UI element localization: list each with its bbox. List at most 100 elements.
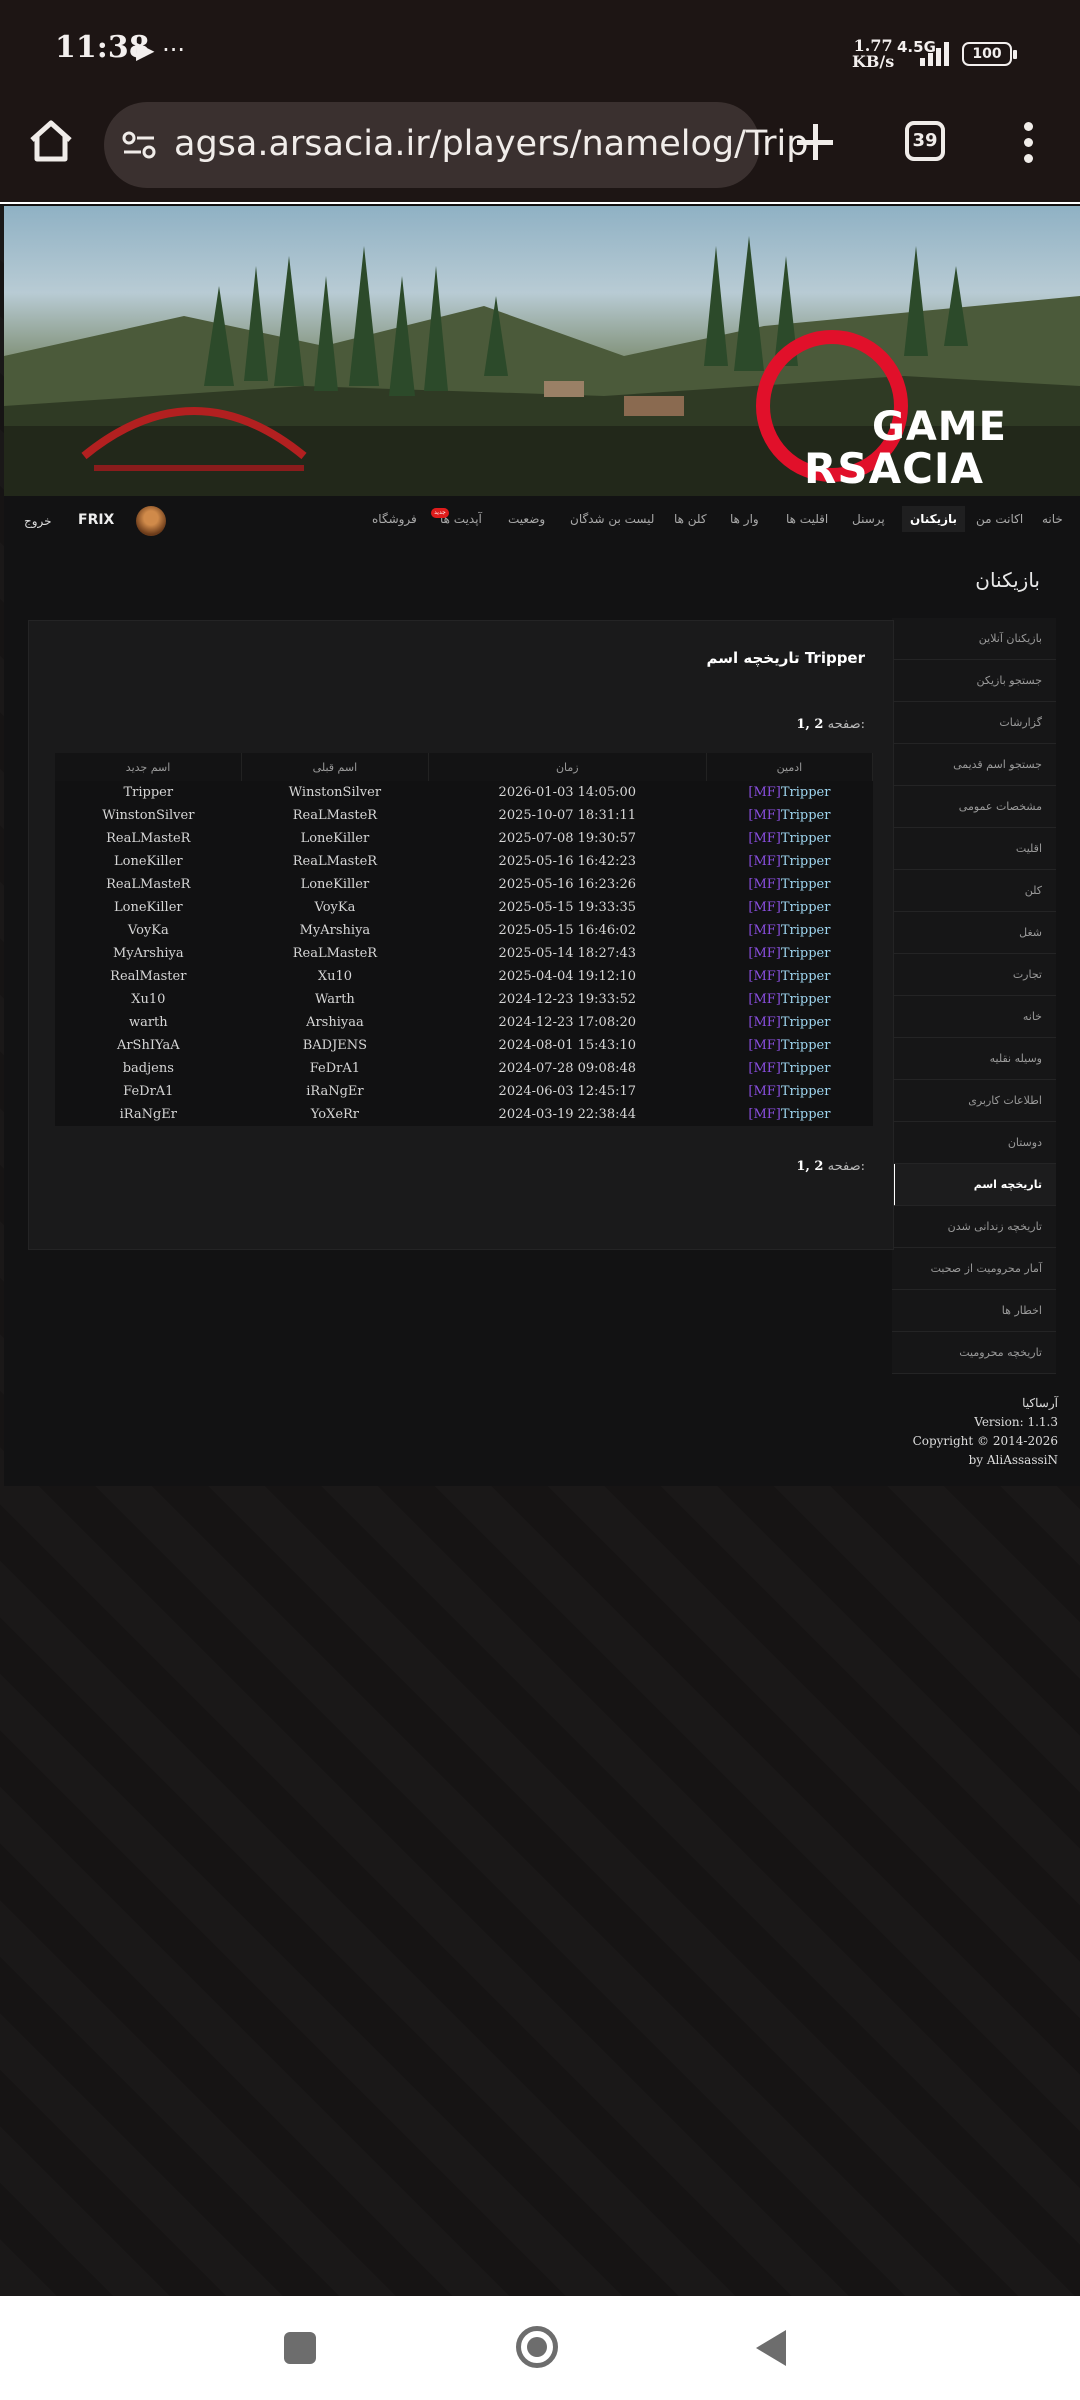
sidebar-item-mute-stats[interactable]: آمار محرومیت از صحبت (892, 1248, 1056, 1290)
pagination-top: 1, 2 صفحه: (796, 717, 865, 732)
nav-home[interactable]: خانه (1042, 512, 1063, 526)
sidebar-item-clan[interactable]: کلن (892, 870, 1056, 912)
nav-status[interactable]: وضعیت (508, 512, 545, 526)
cell-old-name: Arshiyaa (241, 1011, 429, 1034)
sidebar-item-ban-history[interactable]: تاریخچه محرومیت (892, 1332, 1056, 1374)
cell-old-name: BADJENS (241, 1034, 429, 1057)
page-links[interactable]: 1, 2 (796, 717, 823, 732)
cell-time: 2025-05-15 16:46:02 (428, 919, 707, 942)
cell-admin[interactable]: [MF]Tripper (706, 965, 873, 988)
cell-admin[interactable]: [MF]Tripper (706, 781, 873, 804)
sidebar-item-warnings[interactable]: اخطار ها (892, 1290, 1056, 1332)
sidebar-item-search-player[interactable]: جستجو بازیکن (892, 660, 1056, 702)
back-button[interactable] (756, 2330, 786, 2366)
admin-name[interactable]: Tripper (781, 785, 831, 800)
admin-tag: [MF] (748, 1107, 781, 1122)
sidebar-item-minority[interactable]: اقلیت (892, 828, 1056, 870)
admin-name[interactable]: Tripper (781, 877, 831, 892)
page-links[interactable]: 1, 2 (796, 1159, 823, 1174)
admin-name[interactable]: Tripper (781, 1015, 831, 1030)
admin-tag: [MF] (748, 923, 781, 938)
sidebar-item-general-info[interactable]: مشخصات عمومی (892, 786, 1056, 828)
recents-button[interactable] (284, 2332, 316, 2364)
admin-name[interactable]: Tripper (781, 854, 831, 869)
overflow-menu-icon[interactable] (1022, 122, 1034, 164)
footer-brand: آرساکیا (1022, 1396, 1058, 1410)
cell-admin[interactable]: [MF]Tripper (706, 873, 873, 896)
site-banner: GAME RSACIA (4, 206, 1080, 496)
admin-name[interactable]: Tripper (781, 946, 831, 961)
admin-name[interactable]: Tripper (781, 1084, 831, 1099)
nav-ban-list[interactable]: لیست بن شدگان (570, 512, 654, 526)
sidebar-item-job[interactable]: شغل (892, 912, 1056, 954)
cell-admin[interactable]: [MF]Tripper (706, 1057, 873, 1080)
new-tab-button[interactable] (793, 120, 837, 164)
admin-name[interactable]: Tripper (781, 1038, 831, 1053)
cell-admin[interactable]: [MF]Tripper (706, 942, 873, 965)
url-text[interactable]: agsa.arsacia.ir/players/namelog/Trip (174, 124, 808, 164)
pager-label: صفحه: (827, 1159, 865, 1174)
admin-name[interactable]: Tripper (781, 1061, 831, 1076)
cell-old-name: ReaLMasteR (241, 850, 429, 873)
cell-admin[interactable]: [MF]Tripper (706, 1103, 873, 1126)
cell-new-name: iRaNgEr (55, 1103, 242, 1126)
nav-staff[interactable]: پرسنل (852, 512, 885, 526)
sidebar-item-vehicle[interactable]: وسیله نقلیه (892, 1038, 1056, 1080)
cell-admin[interactable]: [MF]Tripper (706, 1034, 873, 1057)
admin-name[interactable]: Tripper (781, 831, 831, 846)
system-nav-bar (0, 2296, 1080, 2400)
cell-new-name: Xu10 (55, 988, 242, 1011)
admin-name[interactable]: Tripper (781, 808, 831, 823)
cell-time: 2025-05-14 18:27:43 (428, 942, 707, 965)
nav-players[interactable]: بازیکنان (902, 506, 966, 532)
sidebar-item-house[interactable]: خانه (892, 996, 1056, 1038)
sidebar-item-business[interactable]: تجارت (892, 954, 1056, 996)
sidebar-item-online-players[interactable]: بازیکنان آنلاین (892, 618, 1056, 660)
admin-name[interactable]: Tripper (781, 1107, 831, 1122)
cell-admin[interactable]: [MF]Tripper (706, 919, 873, 942)
home-icon[interactable] (28, 118, 74, 164)
cell-new-name: VoyKa (55, 919, 242, 942)
cell-old-name: ReaLMasteR (241, 942, 429, 965)
nav-shop[interactable]: فروشگاه (372, 512, 417, 526)
sidebar-item-old-name-search[interactable]: جستجو اسم قدیمی (892, 744, 1056, 786)
admin-name[interactable]: Tripper (781, 969, 831, 984)
table-row: ArShIYaA BADJENS 2024-08-01 15:43:10 [MF]Tr… (55, 1034, 873, 1057)
admin-tag: [MF] (748, 969, 781, 984)
cell-admin[interactable]: [MF]Tripper (706, 1080, 873, 1103)
address-bar[interactable]: agsa.arsacia.ir/players/namelog/Trip (104, 102, 808, 188)
username[interactable]: FRIX (78, 512, 114, 528)
cell-old-name: WinstonSilver (241, 781, 429, 804)
admin-name[interactable]: Tripper (781, 923, 831, 938)
cell-admin[interactable]: [MF]Tripper (706, 988, 873, 1011)
table-row: FeDrA1 iRaNgEr 2024-06-03 12:45:17 [MF]Trip… (55, 1080, 873, 1103)
nav-wars[interactable]: وار ها (730, 512, 759, 526)
nav-clans[interactable]: کلن ها (674, 512, 707, 526)
tab-switcher-button[interactable]: 39 (905, 121, 945, 161)
admin-name[interactable]: Tripper (781, 992, 831, 1007)
table-row: WinstonSilver ReaLMasteR 2025-10-07 18:31:… (55, 804, 873, 827)
home-button[interactable] (516, 2326, 558, 2368)
sidebar-item-user-info[interactable]: اطلاعات کاربری (892, 1080, 1056, 1122)
col-new-name: اسم جدید (55, 753, 243, 781)
logout-link[interactable]: خروج (24, 514, 52, 528)
cell-admin[interactable]: [MF]Tripper (706, 804, 873, 827)
site-settings-icon[interactable] (122, 130, 156, 160)
cell-admin[interactable]: [MF]Tripper (706, 850, 873, 873)
cell-new-name: ReaLMasteR (55, 873, 242, 896)
cell-old-name: LoneKiller (241, 827, 429, 850)
sidebar-item-reports[interactable]: گزارشات (892, 702, 1056, 744)
sidebar-item-name-history[interactable]: تاریخچه اسم (892, 1164, 1056, 1206)
cell-admin[interactable]: [MF]Tripper (706, 896, 873, 919)
admin-name[interactable]: Tripper (781, 900, 831, 915)
cell-admin[interactable]: [MF]Tripper (706, 827, 873, 850)
nav-my-account[interactable]: اکانت من (976, 512, 1023, 526)
battery-icon: 100 (962, 42, 1017, 66)
avatar[interactable] (136, 506, 166, 536)
cell-admin[interactable]: [MF]Tripper (706, 1011, 873, 1034)
sidebar-item-friends[interactable]: دوستان (892, 1122, 1056, 1164)
nav-minorities[interactable]: اقلیت ها (786, 512, 828, 526)
sidebar-item-jail-history[interactable]: تاریخچه زندانی شدن (892, 1206, 1056, 1248)
admin-tag: [MF] (748, 831, 781, 846)
cell-old-name: iRaNgEr (241, 1080, 429, 1103)
